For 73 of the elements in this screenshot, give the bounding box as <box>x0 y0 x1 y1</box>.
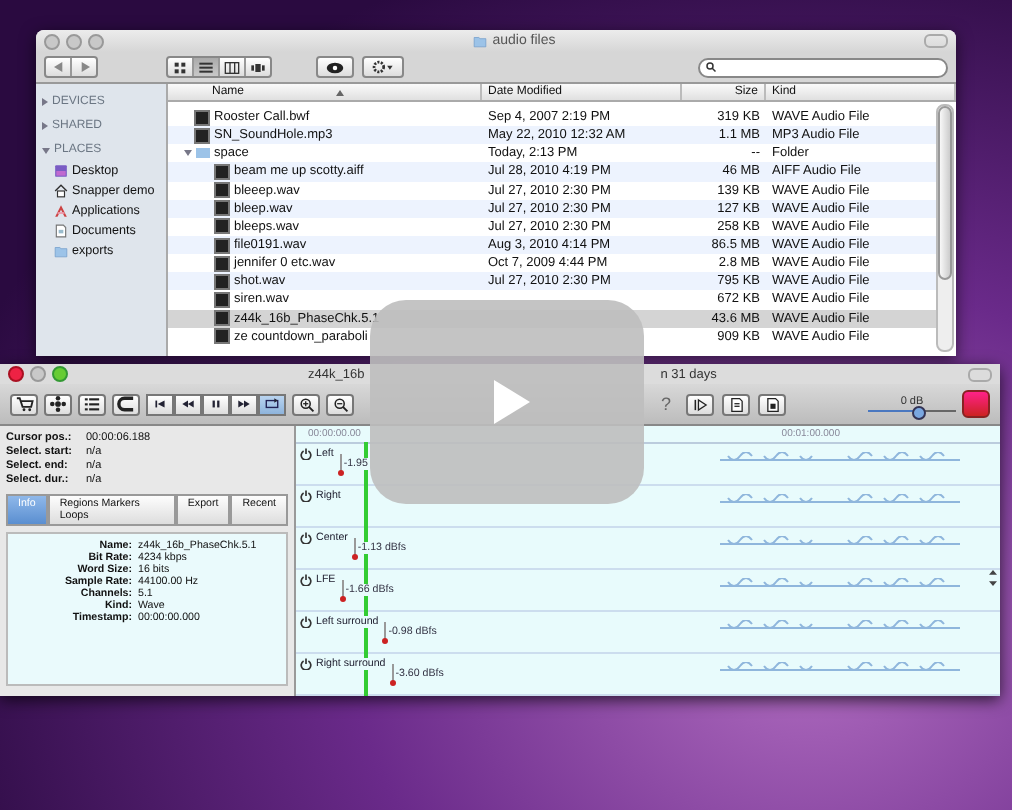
stop-button[interactable] <box>962 390 990 418</box>
rewind-button[interactable] <box>174 393 202 415</box>
gear-icon <box>372 60 394 74</box>
doc-icon <box>727 395 745 413</box>
eye-icon <box>326 61 344 73</box>
power-icon[interactable] <box>300 574 312 586</box>
magnet-icon <box>116 394 136 414</box>
help-button[interactable]: ? <box>654 393 678 415</box>
peak-marker <box>341 580 344 600</box>
peak-marker <box>391 664 394 684</box>
power-icon[interactable] <box>300 658 312 670</box>
zoom-button[interactable] <box>52 366 68 382</box>
view-mode-button[interactable] <box>220 58 246 76</box>
toolbar-toggle-button[interactable] <box>924 34 948 48</box>
loop-icon <box>264 396 280 412</box>
quick-look-button[interactable] <box>316 56 354 78</box>
rewind-icon <box>180 396 196 412</box>
applications-icon <box>54 203 68 218</box>
sort-arrow-icon <box>336 89 345 95</box>
list-icon[interactable] <box>78 393 106 415</box>
toolbar-toggle-button[interactable] <box>968 367 992 381</box>
close-button[interactable] <box>8 366 24 382</box>
pause-icon <box>208 396 224 412</box>
loop-button[interactable] <box>258 393 286 415</box>
power-icon[interactable] <box>300 616 312 628</box>
document-button[interactable] <box>722 393 750 415</box>
zoom-in-button[interactable] <box>292 393 320 415</box>
cart-icon[interactable] <box>10 393 38 415</box>
view-mode-button[interactable] <box>194 58 220 76</box>
scrollbar[interactable] <box>936 104 954 352</box>
resize-handle-icon[interactable] <box>988 570 998 586</box>
disclosure-triangle-icon[interactable] <box>42 147 50 153</box>
view-mode-button[interactable] <box>246 58 270 76</box>
action-menu-button[interactable] <box>362 56 404 78</box>
left-arrow-icon <box>53 62 63 72</box>
peak-marker <box>339 454 342 474</box>
house-icon <box>54 184 68 199</box>
flower-icon[interactable] <box>44 393 72 415</box>
forward-icon <box>236 396 252 412</box>
search-icon <box>706 62 716 72</box>
skip-back-icon <box>152 396 168 412</box>
play-to-end-button[interactable] <box>686 393 714 415</box>
folder-icon <box>196 148 210 159</box>
list-icon <box>82 394 102 414</box>
zoom-out-button[interactable] <box>326 393 354 415</box>
search-field[interactable] <box>698 57 948 77</box>
view-mode-icon <box>198 59 214 75</box>
folder-icon <box>54 243 68 258</box>
peak-marker <box>353 538 356 558</box>
flower-icon <box>48 394 68 414</box>
right-arrow-icon <box>79 62 89 72</box>
zoom-in-icon <box>297 395 315 413</box>
play-to-icon <box>691 395 709 413</box>
document-icon <box>54 223 68 238</box>
peak-marker <box>384 622 387 642</box>
skip-back-button[interactable] <box>146 393 174 415</box>
export-document-button[interactable] <box>758 393 786 415</box>
view-mode-icon <box>224 59 240 75</box>
view-mode-icon <box>250 59 266 75</box>
power-icon[interactable] <box>300 532 312 544</box>
disclosure-triangle-icon[interactable] <box>42 122 48 130</box>
cart-icon <box>14 394 34 414</box>
pause-button[interactable] <box>202 393 230 415</box>
power-icon[interactable] <box>300 448 312 460</box>
folder-icon <box>472 34 489 48</box>
magnet-icon[interactable] <box>112 393 140 415</box>
doc-save-icon <box>763 395 781 413</box>
view-mode-icon <box>172 59 188 75</box>
desktop-icon <box>54 164 68 179</box>
fast-forward-button[interactable] <box>230 393 258 415</box>
zoom-out-icon <box>331 395 349 413</box>
disclosure-triangle-icon[interactable] <box>42 98 48 106</box>
power-icon[interactable] <box>300 490 312 502</box>
